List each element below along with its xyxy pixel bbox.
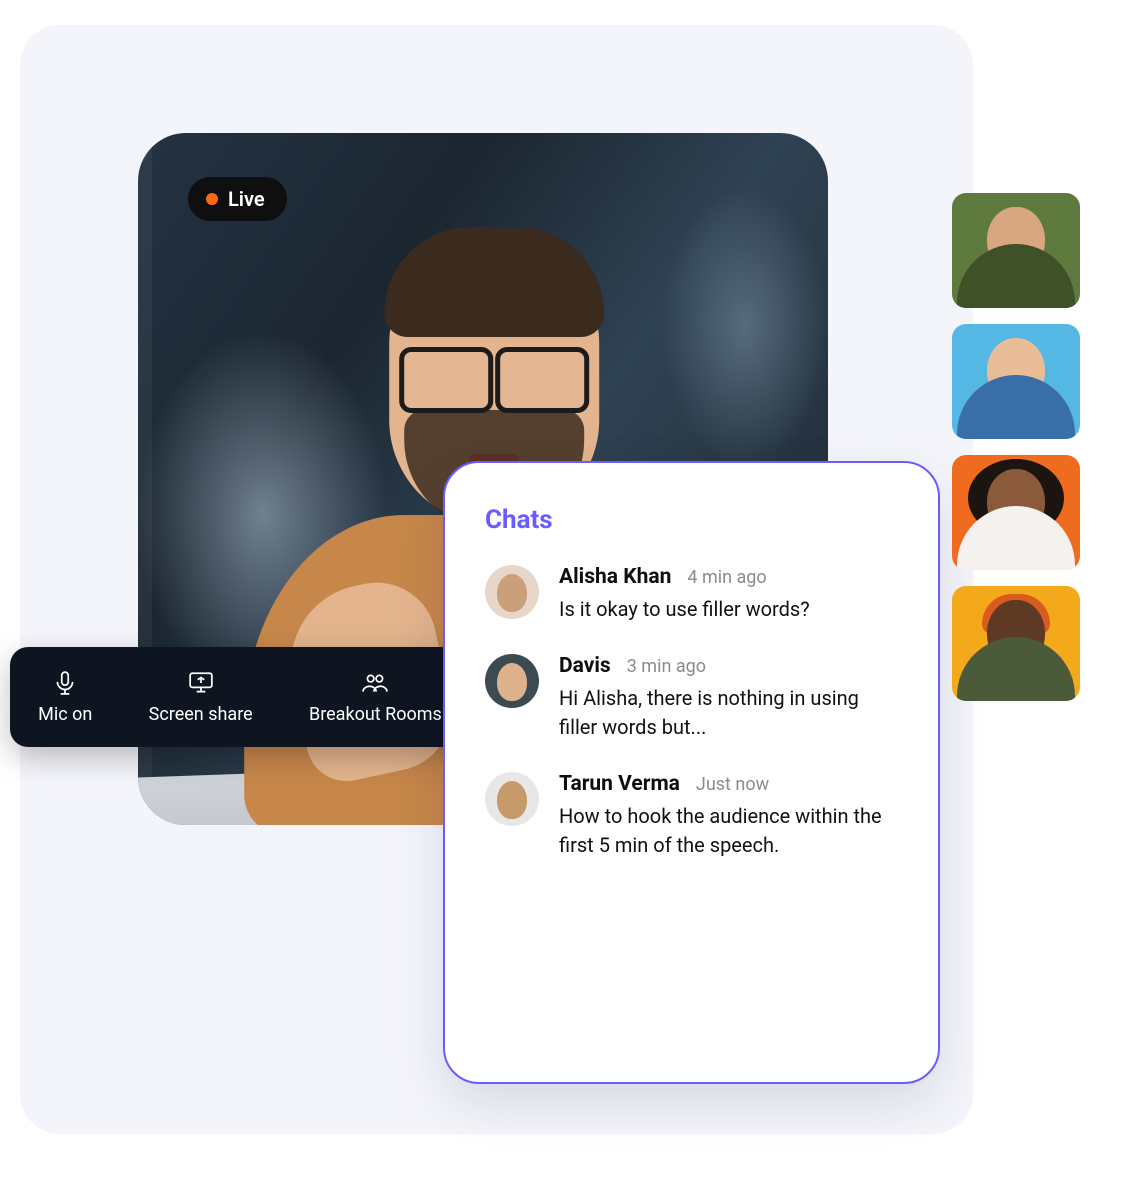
breakout-rooms-button[interactable]: Breakout Rooms: [309, 670, 442, 725]
participant-strip: [952, 193, 1080, 701]
chat-text: Is it okay to use filler words?: [559, 595, 898, 624]
chat-text: Hi Alisha, there is nothing in using fil…: [559, 684, 898, 742]
chat-sender: Tarun Verma: [559, 772, 680, 796]
chat-message[interactable]: Tarun Verma Just now How to hook the aud…: [485, 772, 898, 860]
screen-share-button[interactable]: Screen share: [149, 670, 253, 725]
chat-message[interactable]: Davis 3 min ago Hi Alisha, there is noth…: [485, 654, 898, 742]
screen-share-label: Screen share: [149, 704, 253, 725]
avatar: [485, 772, 539, 826]
participant-tile[interactable]: [952, 193, 1080, 308]
chat-sender: Davis: [559, 654, 611, 678]
chat-time: 3 min ago: [627, 656, 706, 677]
meeting-toolbar: Mic on Screen share Breakout Rooms: [10, 647, 470, 747]
mic-button[interactable]: Mic on: [38, 670, 92, 725]
live-label: Live: [228, 187, 265, 211]
participant-tile[interactable]: [952, 455, 1080, 570]
chat-sender: Alisha Khan: [559, 565, 671, 589]
breakout-rooms-label: Breakout Rooms: [309, 704, 442, 725]
microphone-icon: [50, 670, 80, 696]
participant-tile[interactable]: [952, 324, 1080, 439]
chat-text: How to hook the audience within the firs…: [559, 802, 898, 860]
chat-message[interactable]: Alisha Khan 4 min ago Is it okay to use …: [485, 565, 898, 624]
live-dot-icon: [206, 193, 218, 205]
chat-title: Chats: [485, 505, 898, 535]
avatar: [485, 565, 539, 619]
participant-tile[interactable]: [952, 586, 1080, 701]
avatar: [485, 654, 539, 708]
chat-time: Just now: [696, 774, 769, 795]
chat-panel: Chats Alisha Khan 4 min ago Is it okay t…: [443, 461, 940, 1084]
mic-label: Mic on: [38, 704, 92, 725]
live-badge: Live: [188, 177, 287, 221]
chat-time: 4 min ago: [687, 567, 766, 588]
screen-share-icon: [186, 670, 216, 696]
breakout-rooms-icon: [360, 670, 390, 696]
